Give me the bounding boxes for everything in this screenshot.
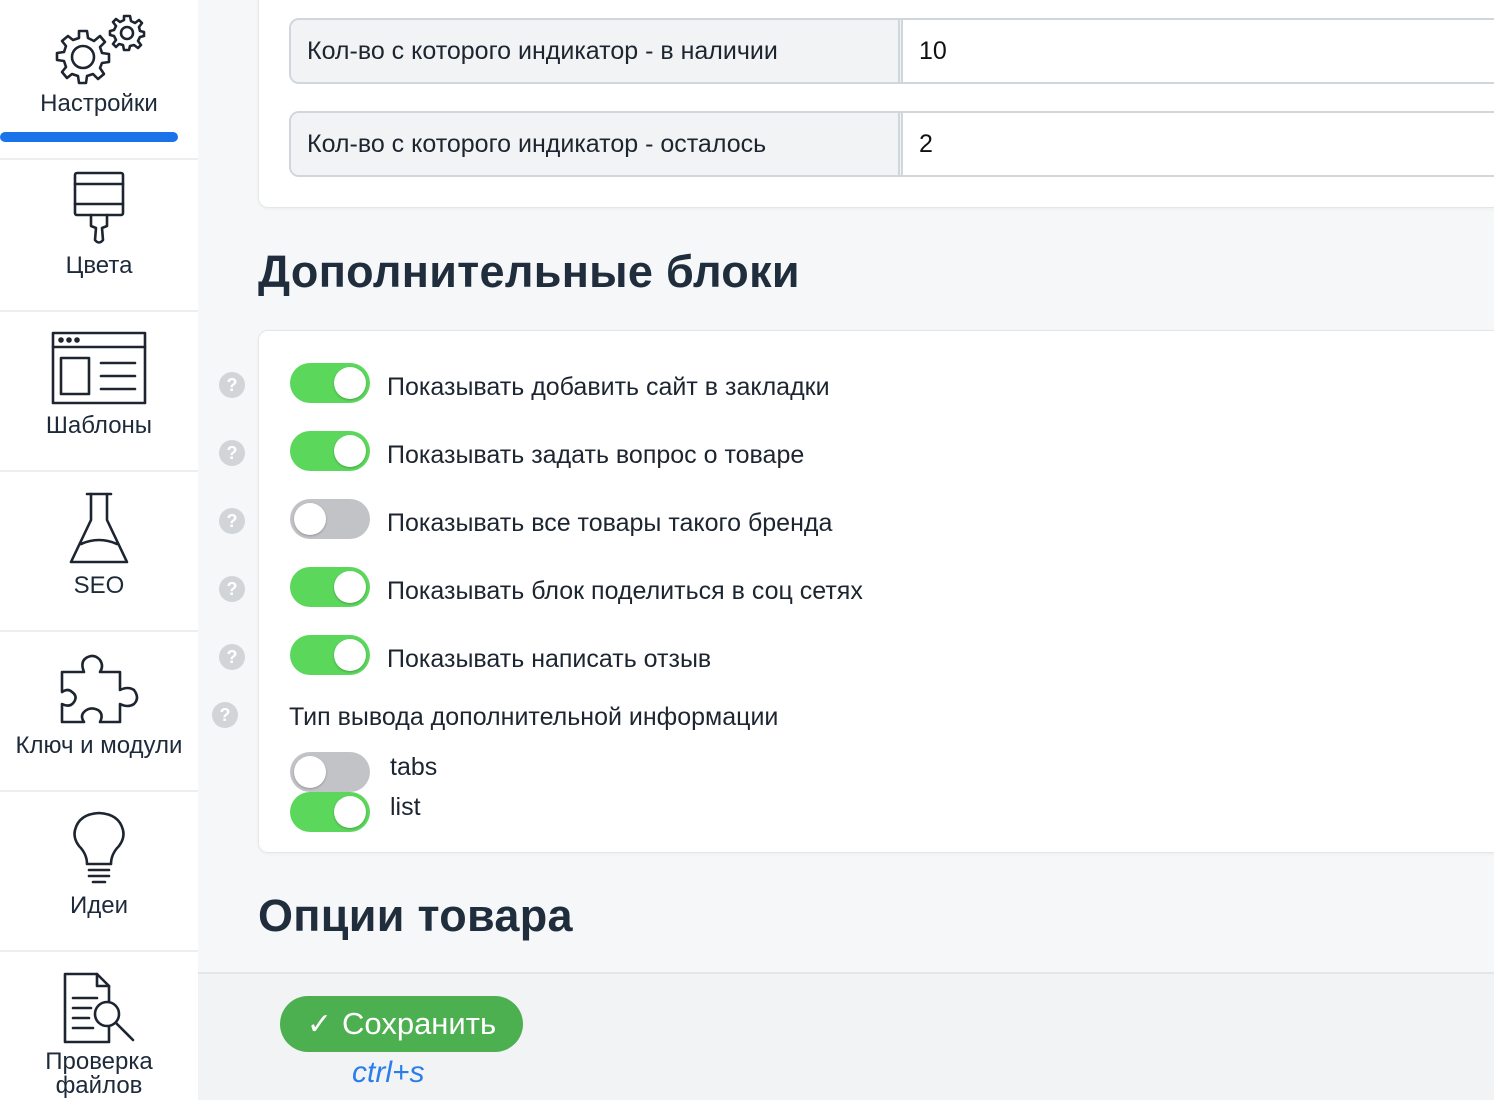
help-icon[interactable]: ?	[219, 508, 245, 534]
stock-in-stock-row: Кол-во с которого индикатор - в наличии …	[289, 18, 1494, 84]
output-option-label: list	[390, 793, 421, 821]
stock-remaining-label: Кол-во с которого индикатор - осталось	[291, 113, 903, 175]
toggle-knob	[334, 571, 366, 603]
toggle-label: Показывать написать отзыв	[387, 645, 712, 673]
toggle-bookmark-site[interactable]	[290, 363, 370, 403]
output-option-label: tabs	[390, 753, 438, 781]
help-icon[interactable]: ?	[219, 440, 245, 466]
toggle-knob	[334, 796, 366, 828]
gears-icon	[49, 10, 149, 88]
checkmark-icon: ✓	[306, 1007, 333, 1041]
toggle-label: Показывать задать вопрос о товаре	[387, 441, 805, 469]
sidebar-item-label: Шаблоны	[45, 412, 153, 439]
section-title-additional-blocks: Дополнительные блоки	[258, 246, 800, 297]
paint-brush-icon	[49, 170, 149, 246]
sidebar-item-templates[interactable]: Шаблоны	[0, 312, 198, 472]
sidebar-item-seo[interactable]: SEO	[0, 472, 198, 632]
sidebar-item-ideas[interactable]: Идеи	[0, 792, 198, 952]
sidebar-item-label: Ключ и модули	[15, 732, 183, 759]
toggle-knob	[294, 756, 326, 788]
toggle-label: Показывать добавить сайт в закладки	[387, 373, 830, 401]
help-icon[interactable]: ?	[219, 372, 245, 398]
sidebar-item-key-modules[interactable]: Ключ и модули	[0, 632, 198, 792]
toggle-social-share[interactable]	[290, 567, 370, 607]
toggle-label: Показывать все товары такого бренда	[387, 509, 833, 537]
sidebar-item-label: Цвета	[65, 252, 133, 279]
save-button[interactable]: ✓ Сохранить	[280, 996, 523, 1052]
save-shortcut-hint: ctrl+s	[352, 1056, 425, 1089]
toggle-label: Показывать блок поделиться в соц сетях	[387, 577, 863, 605]
sidebar-item-settings[interactable]: Настройки	[0, 0, 198, 160]
save-button-label: Сохранить	[342, 1006, 497, 1041]
sidebar: Настройки Цвета Шаблоны SEO Ключ и модул…	[0, 0, 198, 1100]
sidebar-item-file-check[interactable]: Проверка файлов	[0, 952, 198, 1100]
toggle-brand-products[interactable]	[290, 499, 370, 539]
stock-in-stock-input[interactable]: 10	[903, 20, 1494, 82]
stock-in-stock-label: Кол-во с которого индикатор - в наличии	[291, 20, 903, 82]
toggle-ask-question[interactable]	[290, 431, 370, 471]
toggle-output-list[interactable]	[290, 792, 370, 832]
main-content: Кол-во с которого индикатор - в наличии …	[198, 0, 1494, 1100]
lightbulb-icon	[49, 810, 149, 886]
toggle-knob	[294, 503, 326, 535]
active-indicator	[0, 132, 178, 142]
sidebar-item-label: Идеи	[69, 892, 128, 919]
additional-blocks-card: Показывать добавить сайт в закладки Пока…	[258, 330, 1494, 853]
help-icon[interactable]: ?	[219, 644, 245, 670]
section-title-product-options: Опции товара	[258, 890, 573, 941]
puzzle-icon	[49, 650, 149, 726]
sidebar-item-label: Проверка файлов	[45, 1048, 153, 1099]
stock-remaining-input[interactable]: 2	[903, 113, 1494, 175]
toggle-knob	[334, 435, 366, 467]
output-type-label: Тип вывода дополнительной информации	[289, 703, 779, 731]
sidebar-item-label: Настройки	[40, 90, 158, 117]
sidebar-item-label: SEO	[73, 572, 125, 599]
browser-template-icon	[49, 330, 149, 406]
footer-bar: ✓ Сохранить ctrl+s	[198, 972, 1494, 1100]
document-search-icon	[49, 972, 149, 1048]
toggle-write-review[interactable]	[290, 635, 370, 675]
stock-settings-card: Кол-во с которого индикатор - в наличии …	[258, 0, 1494, 208]
sidebar-item-colors[interactable]: Цвета	[0, 152, 198, 312]
help-icon[interactable]: ?	[212, 702, 238, 728]
toggle-knob	[334, 367, 366, 399]
toggle-knob	[334, 639, 366, 671]
toggle-output-tabs[interactable]	[290, 752, 370, 792]
help-icon[interactable]: ?	[219, 576, 245, 602]
stock-remaining-row: Кол-во с которого индикатор - осталось 2	[289, 111, 1494, 177]
flask-icon	[49, 490, 149, 566]
